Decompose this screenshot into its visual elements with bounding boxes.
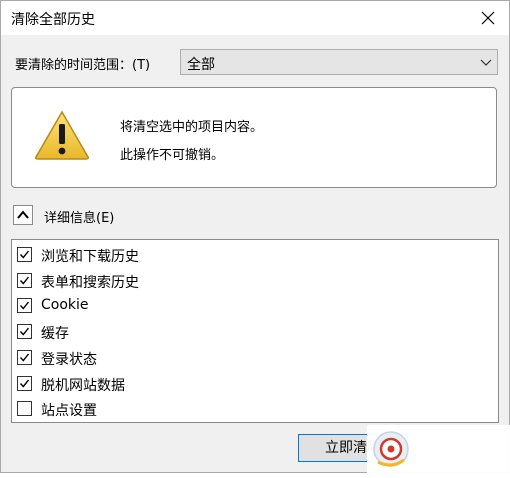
checkbox[interactable] [17, 324, 32, 339]
time-range-label: 要清除的时间范围：(T) [15, 58, 151, 73]
close-button[interactable] [473, 3, 503, 33]
history-item-label: Cookie [41, 297, 89, 313]
clear-history-dialog: 清除全部历史 要清除的时间范围：(T) 全部 将清空选中的项目内容。 此操作不可… [0, 0, 510, 474]
checkmark-icon [19, 276, 30, 285]
checkbox[interactable] [17, 401, 32, 416]
checkmark-icon [19, 301, 30, 310]
history-item-label: 站点设置 [41, 403, 97, 419]
title-bar: 清除全部历史 [1, 1, 509, 35]
history-items-list: 浏览和下载历史 表单和搜索历史 Cookie 缓存登录状态脱机网站数据 站点设置 [11, 239, 499, 423]
details-toggle-button[interactable] [13, 205, 33, 225]
details-label: 详细信息(E) [44, 211, 115, 226]
checkmark-icon [19, 379, 30, 388]
checkbox[interactable] [17, 350, 32, 365]
checkmark-icon [19, 353, 30, 362]
chevron-up-icon [17, 210, 29, 219]
history-item-label: 表单和搜索历史 [41, 275, 139, 291]
watermark-logo [367, 425, 510, 474]
warning-irreversible-note: 此操作不可撤销。 [120, 148, 225, 163]
checkbox[interactable] [17, 273, 32, 288]
time-range-value: 全部 [187, 57, 215, 73]
history-item-label: 浏览和下载历史 [41, 249, 139, 265]
checkbox[interactable] [17, 247, 32, 262]
warning-icon [35, 110, 89, 160]
checkbox[interactable] [17, 376, 32, 391]
history-item-label: 脱机网站数据 [41, 378, 125, 394]
warning-message: 将清空选中的项目内容。 [120, 120, 264, 135]
close-icon [481, 11, 495, 25]
checkbox[interactable] [17, 298, 32, 313]
checkmark-icon [19, 327, 30, 336]
history-item-label: 缓存 [41, 326, 69, 342]
warning-panel: 将清空选中的项目内容。 此操作不可撤销。 [11, 87, 497, 188]
chevron-down-icon [480, 59, 492, 66]
time-range-row: 要清除的时间范围：(T) 全部 [15, 49, 498, 77]
history-item-label: 登录状态 [41, 352, 97, 368]
time-range-select[interactable]: 全部 [180, 49, 498, 75]
checkmark-icon [19, 250, 30, 259]
dialog-title: 清除全部历史 [11, 12, 95, 28]
